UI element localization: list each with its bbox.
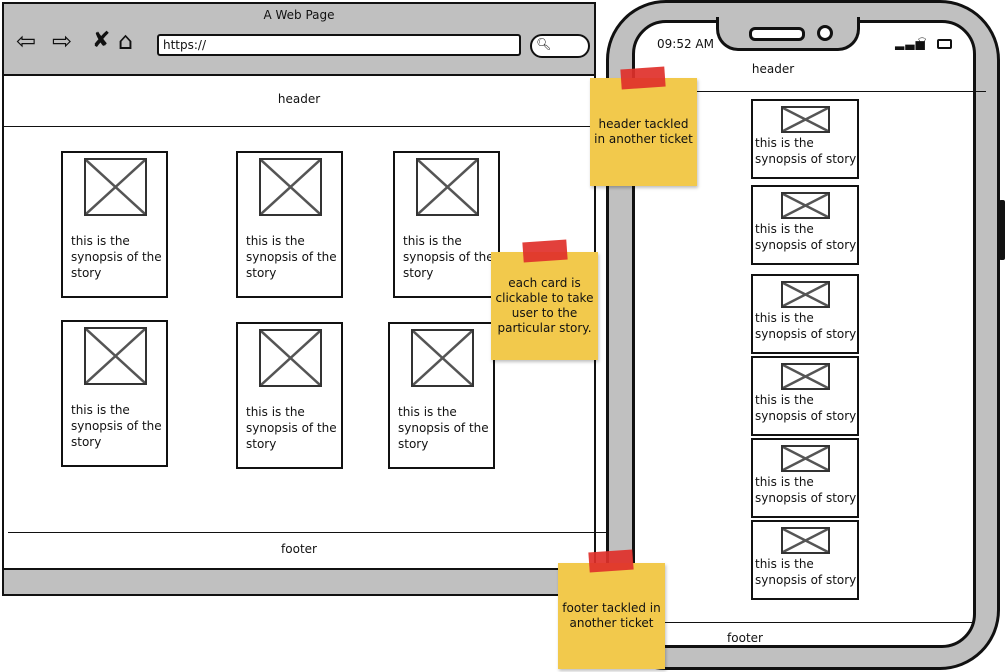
speaker-icon — [749, 27, 805, 41]
tape — [620, 66, 666, 90]
tape — [588, 549, 634, 573]
card-synopsis: this is the synopsis of story — [755, 311, 857, 341]
story-card[interactable]: this is the synopsis of the story — [236, 322, 343, 469]
mobile-header-divider — [690, 91, 986, 92]
card-synopsis: this is the synopsis of story — [755, 393, 857, 423]
tape — [522, 239, 568, 263]
card-synopsis: this is the synopsis of story — [755, 222, 857, 252]
status-time: 09:52 AM — [657, 37, 714, 51]
mobile-footer: footer — [727, 631, 763, 645]
footer-divider — [8, 532, 606, 533]
image-placeholder-icon — [84, 158, 147, 216]
image-placeholder-icon — [416, 158, 479, 216]
card-synopsis: this is the synopsis of story — [755, 557, 857, 587]
mobile-footer-divider — [636, 622, 972, 623]
story-card[interactable]: this is the synopsis of the story — [61, 320, 168, 467]
header-divider — [4, 126, 594, 127]
image-placeholder-icon — [259, 158, 322, 216]
image-placeholder-icon — [781, 363, 830, 390]
search-input[interactable]: 🔍︎ — [530, 34, 590, 58]
image-placeholder-icon — [781, 106, 830, 133]
card-synopsis: this is the synopsis of story — [755, 475, 857, 505]
page-footer: footer — [281, 542, 317, 556]
image-placeholder-icon — [84, 327, 147, 385]
browser-status-bar — [4, 568, 594, 594]
image-placeholder-icon — [781, 192, 830, 219]
search-icon: 🔍︎ — [536, 37, 552, 51]
battery-icon — [937, 39, 952, 49]
story-card[interactable]: this is the synopsis of the story — [393, 151, 500, 298]
card-synopsis: this is the synopsis of the story — [398, 405, 489, 451]
note-text: each card is clickable to take user to t… — [495, 276, 594, 335]
sticky-note-cards: each card is clickable to take user to t… — [491, 252, 598, 360]
card-synopsis: this is the synopsis of the story — [403, 234, 494, 280]
mobile-story-card[interactable]: this is the synopsis of story — [751, 356, 859, 436]
home-icon[interactable]: ⌂ — [118, 28, 133, 54]
story-card[interactable]: this is the synopsis of the story — [236, 151, 343, 298]
mobile-story-card[interactable]: this is the synopsis of story — [751, 438, 859, 518]
url-input[interactable]: https:// — [157, 34, 521, 56]
mobile-story-card[interactable]: this is the synopsis of story — [751, 520, 859, 600]
mobile-story-card[interactable]: this is the synopsis of story — [751, 99, 859, 179]
image-placeholder-icon — [781, 527, 830, 554]
browser-toolbar: A Web Page ⇦ ⇨ ✘ ⌂ https:// 🔍︎ — [4, 4, 594, 76]
camera-icon — [817, 25, 833, 41]
close-icon[interactable]: ✘ — [92, 28, 110, 54]
mobile-header: header — [751, 62, 795, 76]
wifi-icon: ⌔ — [916, 35, 929, 50]
forward-arrow-icon[interactable]: ⇨ — [52, 28, 72, 54]
story-card[interactable]: this is the synopsis of the story — [388, 322, 495, 469]
card-synopsis: this is the synopsis of the story — [71, 403, 162, 449]
card-synopsis: this is the synopsis of the story — [246, 234, 337, 280]
window-title: A Web Page — [263, 8, 335, 22]
sticky-note-header: header tackled in another ticket — [590, 78, 697, 186]
card-synopsis: this is the synopsis of the story — [246, 405, 337, 451]
note-text: header tackled in another ticket — [594, 117, 693, 146]
phone-side-button — [999, 200, 1005, 260]
note-text: footer tackled in another ticket — [562, 601, 661, 630]
back-arrow-icon[interactable]: ⇦ — [16, 28, 36, 54]
image-placeholder-icon — [411, 329, 474, 387]
page-header: header — [277, 92, 321, 106]
mobile-story-card[interactable]: this is the synopsis of story — [751, 185, 859, 265]
image-placeholder-icon — [781, 281, 830, 308]
card-synopsis: this is the synopsis of the story — [71, 234, 162, 280]
image-placeholder-icon — [781, 445, 830, 472]
sticky-note-footer: footer tackled in another ticket — [558, 563, 665, 669]
story-card[interactable]: this is the synopsis of the story — [61, 151, 168, 298]
image-placeholder-icon — [259, 329, 322, 387]
phone-notch — [716, 17, 860, 51]
mobile-story-card[interactable]: this is the synopsis of story — [751, 274, 859, 354]
card-synopsis: this is the synopsis of story — [755, 136, 857, 166]
